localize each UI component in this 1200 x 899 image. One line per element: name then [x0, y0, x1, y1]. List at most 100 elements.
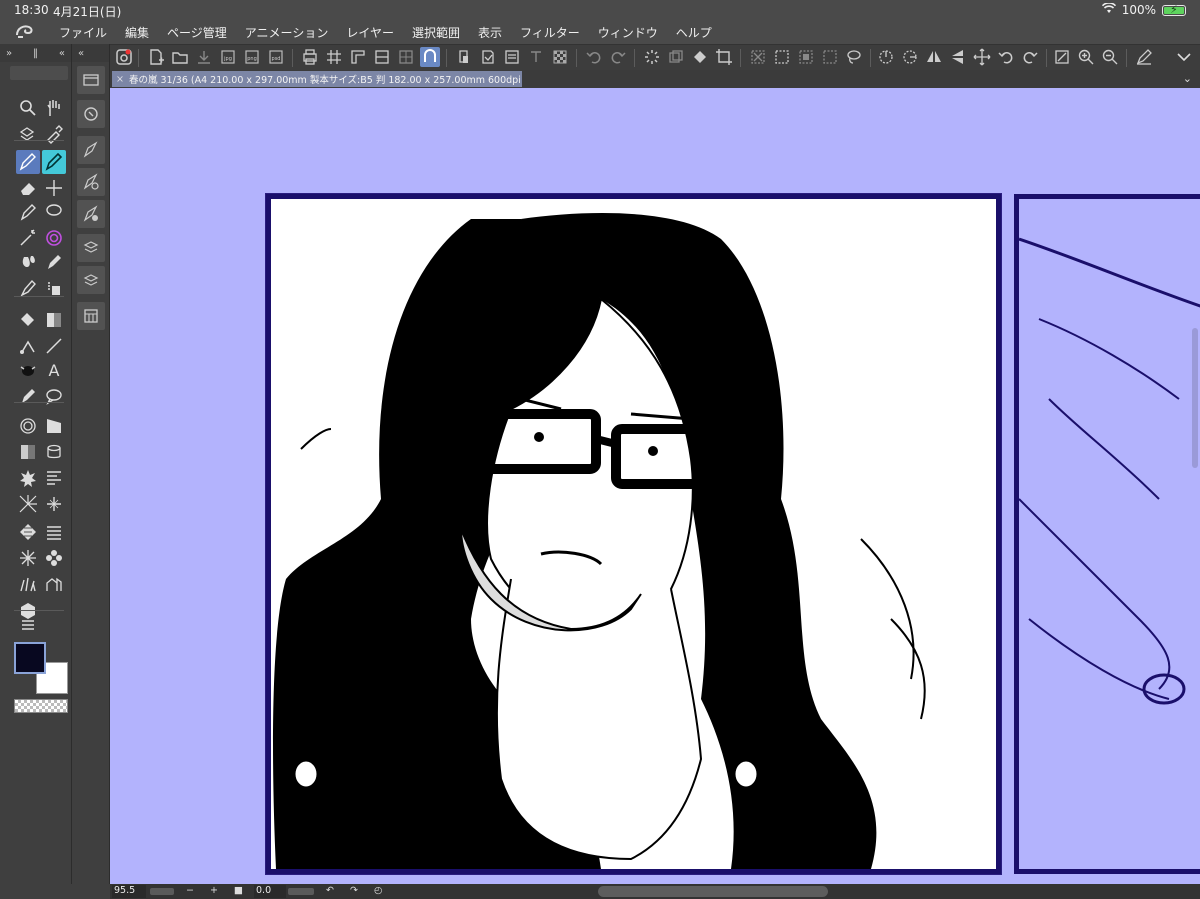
- export-psd-icon[interactable]: psd: [266, 47, 286, 67]
- burst-icon[interactable]: [16, 466, 40, 490]
- hand-tool-icon[interactable]: [42, 96, 66, 120]
- snap-special-icon[interactable]: [420, 47, 440, 67]
- flip-h-icon[interactable]: [924, 47, 944, 67]
- rotation-value[interactable]: 0.0: [254, 885, 286, 898]
- gradient2-icon[interactable]: [16, 440, 40, 464]
- grass-icon[interactable]: [16, 572, 40, 596]
- menu-layer[interactable]: レイヤー: [337, 24, 403, 41]
- sub-tool-pen-icon[interactable]: [77, 136, 105, 164]
- fill-tool-icon[interactable]: [16, 308, 40, 332]
- spiral-icon[interactable]: [42, 226, 66, 250]
- balloon-icon[interactable]: [42, 384, 66, 408]
- menu-filter[interactable]: フィルター: [511, 24, 589, 41]
- pen-icon[interactable]: [16, 150, 40, 174]
- edit-icon[interactable]: [1134, 47, 1154, 67]
- chevron-down-icon[interactable]: ⌄: [1183, 72, 1192, 85]
- duplicate-icon[interactable]: [666, 47, 686, 67]
- menu-help[interactable]: ヘルプ: [667, 24, 721, 41]
- invert-select-icon[interactable]: [796, 47, 816, 67]
- frame-tool-icon[interactable]: [42, 414, 66, 438]
- zoom-value[interactable]: 95.5: [112, 885, 146, 898]
- focus-lines-icon[interactable]: [16, 492, 40, 516]
- collapse-palette-icon[interactable]: «: [59, 48, 65, 59]
- deselect-icon[interactable]: [748, 47, 768, 67]
- snap-ruler-icon[interactable]: [372, 47, 392, 67]
- select-all-icon[interactable]: [772, 47, 792, 67]
- zoom-minus-icon[interactable]: −: [186, 885, 194, 896]
- tool-palette-tabs[interactable]: [10, 66, 68, 80]
- copy-icon[interactable]: [454, 47, 474, 67]
- navigator-icon[interactable]: [77, 100, 105, 128]
- lasso-select-icon[interactable]: [844, 47, 864, 67]
- export-png-icon[interactable]: png: [242, 47, 262, 67]
- blend-icon[interactable]: [16, 250, 40, 274]
- correction-icon[interactable]: [16, 384, 40, 408]
- brush-icon[interactable]: [42, 250, 66, 274]
- print-icon[interactable]: [300, 47, 320, 67]
- transparent-color-swatch[interactable]: [14, 699, 68, 713]
- rotate-left-icon[interactable]: [876, 47, 896, 67]
- building-icon[interactable]: [42, 572, 66, 596]
- fill-icon[interactable]: [690, 47, 710, 67]
- reset-view-icon[interactable]: ◴: [374, 885, 382, 896]
- paste-icon[interactable]: [478, 47, 498, 67]
- material-icon[interactable]: [77, 302, 105, 330]
- menu-file[interactable]: ファイル: [50, 24, 116, 41]
- clip-studio-logo-icon[interactable]: [0, 20, 50, 44]
- redo-rotate-icon[interactable]: [1020, 47, 1040, 67]
- text-tool-icon[interactable]: A: [42, 358, 66, 382]
- expand-select-icon[interactable]: [820, 47, 840, 67]
- menu-page-management[interactable]: ページ管理: [158, 24, 236, 41]
- flower-icon[interactable]: [42, 546, 66, 570]
- star-burst-icon[interactable]: [16, 546, 40, 570]
- marker-icon[interactable]: [42, 150, 66, 174]
- canvas-area[interactable]: [110, 88, 1200, 884]
- collapse-sub-icon[interactable]: «: [78, 48, 84, 59]
- layers-icon[interactable]: [77, 266, 105, 294]
- figure-icon[interactable]: [16, 334, 40, 358]
- expand-icon[interactable]: »: [6, 48, 12, 59]
- transparent-icon[interactable]: [550, 47, 570, 67]
- rotation-slider[interactable]: [288, 888, 314, 895]
- crop-icon[interactable]: [714, 47, 734, 67]
- text-edit-icon[interactable]: [526, 47, 546, 67]
- vertical-scrollbar[interactable]: [1192, 328, 1198, 468]
- sparkle-icon[interactable]: [42, 492, 66, 516]
- main-color-swatch[interactable]: [14, 642, 46, 674]
- redo-icon[interactable]: [608, 47, 628, 67]
- rotate-right-icon[interactable]: [900, 47, 920, 67]
- stack-icon[interactable]: [42, 440, 66, 464]
- collapse-icon[interactable]: [1174, 47, 1194, 67]
- gradient-icon[interactable]: [42, 308, 66, 332]
- menu-view[interactable]: 表示: [469, 24, 511, 41]
- ink-bug-icon[interactable]: [16, 358, 40, 382]
- line-icon[interactable]: [42, 334, 66, 358]
- layer-property-icon[interactable]: [77, 234, 105, 262]
- undo-icon[interactable]: [584, 47, 604, 67]
- swirl-icon[interactable]: [16, 414, 40, 438]
- hlines-icon[interactable]: [42, 520, 66, 544]
- menu-window[interactable]: ウィンドウ: [589, 24, 667, 41]
- grip-icon[interactable]: ‖: [33, 48, 38, 59]
- export-jpg-icon[interactable]: jpg: [218, 47, 238, 67]
- ruler-icon[interactable]: [348, 47, 368, 67]
- layer-move-icon[interactable]: [16, 122, 40, 146]
- checker-icon[interactable]: [16, 520, 40, 544]
- clip-studio-app-icon[interactable]: [114, 47, 134, 67]
- flip-v-icon[interactable]: [948, 47, 968, 67]
- lasso-icon[interactable]: [42, 200, 66, 224]
- brush-size-icon[interactable]: [77, 200, 105, 228]
- snap-grid-icon[interactable]: [396, 47, 416, 67]
- zoom-slider[interactable]: [150, 888, 174, 895]
- speed-lines-icon[interactable]: [42, 466, 66, 490]
- document-tab[interactable]: × 春の嵐 31/36 (A4 210.00 x 297.00mm 製本サイズ:…: [112, 71, 522, 87]
- menu-edit[interactable]: 編集: [116, 24, 158, 41]
- open-icon[interactable]: [170, 47, 190, 67]
- zoom-tool-icon[interactable]: [16, 96, 40, 120]
- pencil-icon[interactable]: [16, 200, 40, 224]
- rotate-ccw-icon[interactable]: ↶: [326, 885, 334, 896]
- move-icon[interactable]: [972, 47, 992, 67]
- fit-icon[interactable]: [1052, 47, 1072, 67]
- menu-animation[interactable]: アニメーション: [236, 24, 338, 41]
- close-tab-icon[interactable]: ×: [116, 74, 124, 85]
